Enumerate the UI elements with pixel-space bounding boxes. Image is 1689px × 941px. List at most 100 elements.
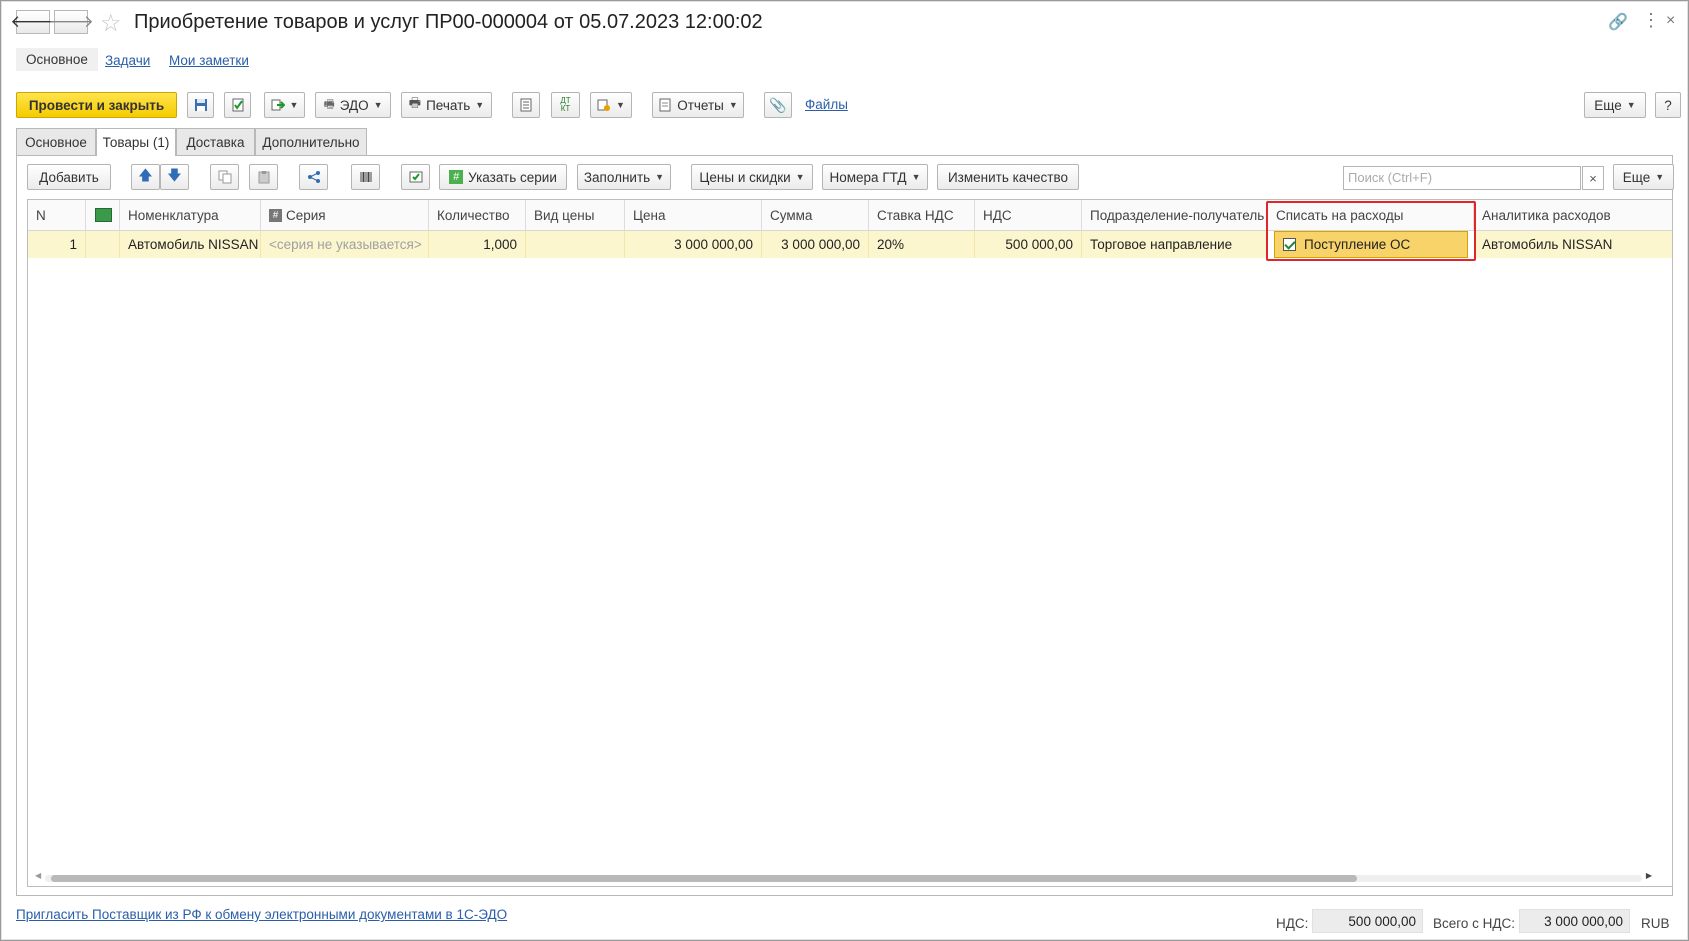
journal-icon (520, 98, 532, 112)
arrow-up-icon: 🡅 (138, 167, 153, 183)
set-series-button[interactable]: # Указать серии (439, 164, 567, 190)
back-button[interactable]: 🡐 (10, 10, 56, 34)
split-row-button[interactable] (299, 164, 328, 190)
invite-edo-link[interactable]: Пригласить Поставщик из РФ к обмену элек… (16, 907, 507, 922)
column-header-vat-rate[interactable]: Ставка НДС (869, 200, 975, 231)
structure-icon (597, 99, 611, 111)
scroll-thumb[interactable] (51, 875, 1357, 882)
move-up-button[interactable]: 🡅 (131, 164, 160, 190)
row-1-vat-rate[interactable]: 20% (869, 231, 975, 258)
tab-delivery[interactable]: Доставка (176, 128, 255, 155)
fill-button[interactable]: Заполнить ▼ (577, 164, 671, 190)
column-header-price-type[interactable]: Вид цены (526, 200, 625, 231)
menu-dots-icon[interactable]: ⋮ (1642, 10, 1660, 31)
gtd-numbers-button[interactable]: Номера ГТД ▼ (822, 164, 928, 190)
edo-icon: 🖷 (323, 96, 335, 111)
gtd-label: Номера ГТД (829, 169, 907, 185)
column-header-price[interactable]: Цена (625, 200, 762, 231)
row-1-sum[interactable]: 3 000 000,00 (762, 231, 869, 258)
column-header-quantity[interactable]: Количество (429, 200, 526, 231)
scroll-left-icon[interactable]: ◀ (35, 871, 41, 880)
section-main[interactable]: Основное (16, 48, 98, 71)
column-header-department[interactable]: Подразделение-получатель (1082, 200, 1268, 231)
tab-goods[interactable]: Товары (1) (96, 128, 176, 156)
section-tasks[interactable]: Задачи (105, 53, 150, 68)
row-1-vat[interactable]: 500 000,00 (975, 231, 1082, 258)
row-1-n[interactable]: 1 (28, 231, 86, 258)
row-1-price[interactable]: 3 000 000,00 (625, 231, 762, 258)
select-list-icon (409, 171, 422, 183)
chevron-down-icon: ▼ (373, 100, 383, 110)
paste-icon (258, 171, 269, 184)
column-header-analytics[interactable]: Аналитика расходов (1474, 200, 1672, 231)
create-based-on-button[interactable]: ▼ (264, 92, 305, 118)
chevron-down-icon: ▼ (475, 100, 485, 110)
forward-button[interactable]: 🡒 (48, 10, 94, 34)
row-1-series[interactable]: <серия не указывается> (261, 231, 429, 258)
attach-button[interactable]: 📎 (764, 92, 792, 118)
save-button[interactable] (187, 92, 214, 118)
search-input[interactable]: Поиск (Ctrl+F) (1343, 166, 1581, 190)
row-1-analytics[interactable]: Автомобиль NISSAN (1474, 231, 1672, 258)
column-header-icon[interactable] (86, 200, 120, 231)
horizontal-scrollbar[interactable]: ◀ ▶ (35, 871, 1652, 883)
save-icon (194, 99, 207, 111)
move-down-button[interactable]: 🡇 (160, 164, 189, 190)
row-1-icon-cell[interactable] (86, 231, 120, 258)
row-1-nomenclature[interactable]: Автомобиль NISSAN (120, 231, 261, 258)
edo-button[interactable]: 🖷 ЭДО ▼ (315, 92, 391, 118)
reports-icon (659, 98, 671, 112)
help-button[interactable]: ? (1655, 92, 1681, 118)
search-clear-button[interactable]: × (1582, 166, 1604, 190)
footer-vat-label: НДС: (1276, 916, 1309, 931)
arrow-right-icon: 🡒 (48, 12, 94, 31)
tab-additional[interactable]: Дополнительно (255, 128, 367, 155)
row-1-quantity[interactable]: 1,000 (429, 231, 526, 258)
section-notes[interactable]: Мои заметки (169, 53, 249, 68)
split-icon (307, 171, 320, 183)
chevron-down-icon: ▼ (616, 100, 625, 110)
post-and-close-button[interactable]: Провести и закрыть (16, 92, 177, 118)
series-hash-icon: # (449, 170, 464, 184)
copy-icon (218, 170, 231, 184)
row-1-department[interactable]: Торговое направление (1082, 231, 1268, 258)
tab-main[interactable]: Основное (16, 128, 96, 155)
column-header-series[interactable]: # Серия (261, 200, 429, 231)
series-header-label: Серия (286, 207, 326, 223)
column-header-sum[interactable]: Сумма (762, 200, 869, 231)
prices-discounts-button[interactable]: Цены и скидки ▼ (691, 164, 813, 190)
chevron-down-icon: ▼ (728, 100, 738, 110)
reports-label: Отчеты (677, 97, 724, 113)
table-more-button[interactable]: Еще ▼ (1613, 164, 1674, 190)
scroll-right-icon[interactable]: ▶ (1646, 871, 1652, 880)
journal-button[interactable] (512, 92, 540, 118)
add-row-button[interactable]: Добавить (27, 164, 111, 190)
files-link[interactable]: Файлы (805, 97, 848, 112)
reports-button[interactable]: Отчеты ▼ (652, 92, 744, 118)
close-icon[interactable]: × (1666, 12, 1675, 30)
print-button[interactable]: 🖶 Печать ▼ (401, 92, 492, 118)
barcode-button[interactable] (351, 164, 380, 190)
column-header-n[interactable]: N (28, 200, 86, 231)
change-quality-button[interactable]: Изменить качество (937, 164, 1079, 190)
column-header-nomenclature[interactable]: Номенклатура (120, 200, 261, 231)
column-header-vat[interactable]: НДС (975, 200, 1082, 231)
link-icon[interactable]: 🔗 (1608, 12, 1628, 32)
select-items-button[interactable] (401, 164, 430, 190)
paste-row-button[interactable] (249, 164, 278, 190)
structure-button[interactable]: ▼ (590, 92, 632, 118)
window-title: Приобретение товаров и услуг ПР00-000004… (134, 11, 763, 33)
dt-kt-button[interactable]: ДТ КТ (551, 92, 580, 118)
more-button[interactable]: Еще ▼ (1584, 92, 1646, 118)
dt-kt-icon: ДТ КТ (560, 96, 571, 113)
arrow-down-icon: 🡇 (167, 167, 182, 183)
post-button[interactable] (224, 92, 251, 118)
paperclip-icon: 📎 (769, 96, 787, 113)
favorite-star-icon[interactable]: ☆ (100, 9, 122, 38)
footer-vat-value: 500 000,00 (1312, 909, 1423, 933)
fill-label: Заполнить (583, 169, 651, 185)
copy-row-button[interactable] (210, 164, 239, 190)
row-1-price-type[interactable] (526, 231, 625, 258)
footer-total-label: Всего с НДС: (1433, 916, 1516, 931)
more-label: Еще (1594, 97, 1622, 113)
